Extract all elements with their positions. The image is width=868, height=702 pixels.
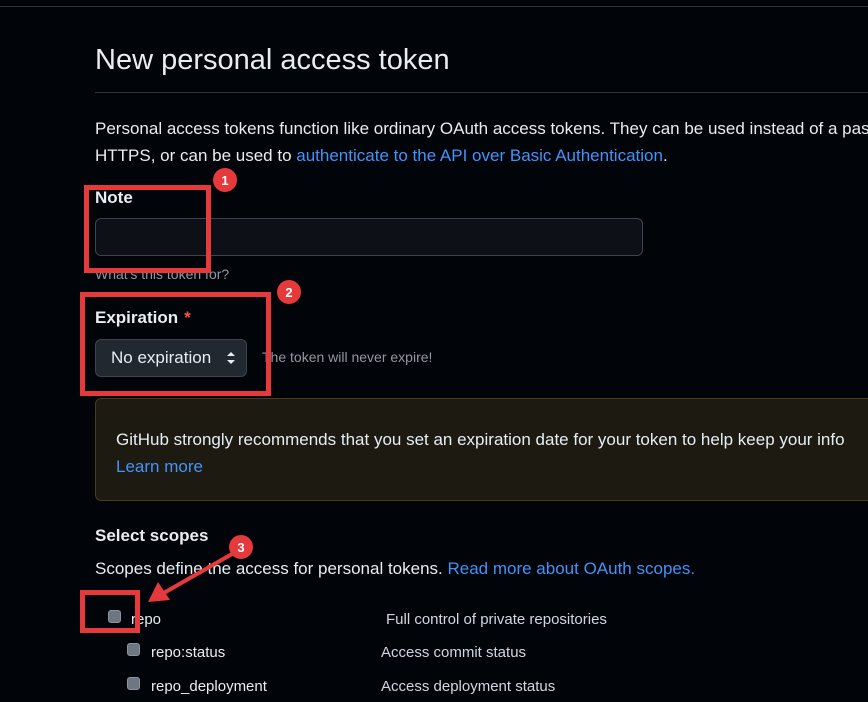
learn-more-link[interactable]: Learn more xyxy=(116,457,203,476)
intro-paragraph: Personal access tokens function like ord… xyxy=(95,115,868,169)
warning-text: GitHub strongly recommends that you set … xyxy=(116,430,845,449)
oauth-scopes-link[interactable]: Read more about OAuth scopes. xyxy=(447,559,695,578)
annotation-box-repo-checkbox xyxy=(80,590,140,633)
annotation-badge-1: 1 xyxy=(213,168,237,192)
scope-desc-repo-deployment: Access deployment status xyxy=(381,678,556,695)
scope-desc-repo: Full control of private repositories xyxy=(386,611,607,628)
expiration-hint: The token will never expire! xyxy=(262,349,433,365)
annotation-arrow-icon xyxy=(148,552,234,602)
scope-checkbox-repo-status[interactable] xyxy=(127,643,140,656)
scope-checkbox-repo-deployment[interactable] xyxy=(127,677,140,690)
annotation-box-expiration xyxy=(80,292,271,396)
scope-name-repo-deployment: repo_deployment xyxy=(151,678,267,695)
intro-text-2: HTTPS, or can be used to xyxy=(95,146,297,165)
scopes-heading: Select scopes xyxy=(95,526,209,545)
top-divider xyxy=(0,6,868,7)
annotation-box-note xyxy=(84,185,211,273)
intro-text: Personal access tokens function like ord… xyxy=(95,119,868,138)
title-divider xyxy=(95,92,868,93)
scope-name-repo-status: repo:status xyxy=(151,644,226,661)
intro-end: . xyxy=(662,146,668,165)
annotation-badge-2: 2 xyxy=(277,280,301,304)
scope-desc-repo-status: Access commit status xyxy=(381,644,527,661)
warning-text-block: GitHub strongly recommends that you set … xyxy=(116,426,845,480)
basic-auth-link[interactable]: authenticate to the API over Basic Authe… xyxy=(296,146,663,165)
page-title: New personal access token xyxy=(95,44,450,76)
